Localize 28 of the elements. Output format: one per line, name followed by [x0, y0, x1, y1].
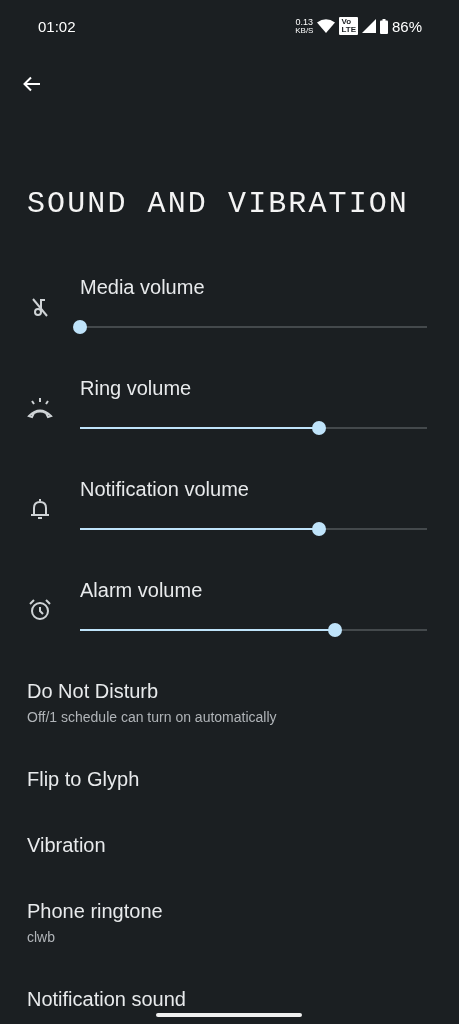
wifi-icon: [317, 19, 336, 33]
volte-icon: Vo LTE: [339, 17, 358, 35]
setting-summary: Off/1 schedule can turn on automatically: [27, 708, 278, 726]
battery-percent: 86%: [391, 17, 422, 35]
status-time: 01:02: [38, 17, 76, 35]
alarm-clock-icon: [28, 597, 52, 622]
slider-thumb[interactable]: [312, 421, 327, 435]
slider-label: Ring volume: [80, 376, 193, 401]
setting-summary: clwb: [27, 928, 56, 946]
setting-title[interactable]: Do Not Disturb: [27, 678, 432, 704]
slider-label: Media volume: [80, 275, 206, 300]
slider-thumb[interactable]: [73, 320, 87, 334]
slider-thumb[interactable]: [312, 522, 327, 536]
navigation-handle[interactable]: [156, 1013, 302, 1017]
network-speed: 0.13 KB/S: [295, 17, 314, 35]
setting-title[interactable]: Notification sound: [27, 986, 432, 1012]
setting-title[interactable]: Phone ringtone: [27, 898, 432, 924]
back-icon[interactable]: [23, 76, 41, 92]
setting-title[interactable]: Vibration: [27, 832, 432, 858]
battery-icon: [379, 18, 388, 34]
slider-thumb[interactable]: [328, 623, 343, 637]
slider-label: Alarm volume: [80, 578, 204, 603]
signal-icon: [361, 19, 376, 33]
page-title: SOUND AND VIBRATION: [26, 186, 410, 223]
phone-ringing-icon: [27, 396, 53, 419]
slider-label: Notification volume: [80, 477, 250, 502]
bell-icon: [30, 496, 50, 521]
setting-title[interactable]: Flip to Glyph: [27, 766, 432, 792]
